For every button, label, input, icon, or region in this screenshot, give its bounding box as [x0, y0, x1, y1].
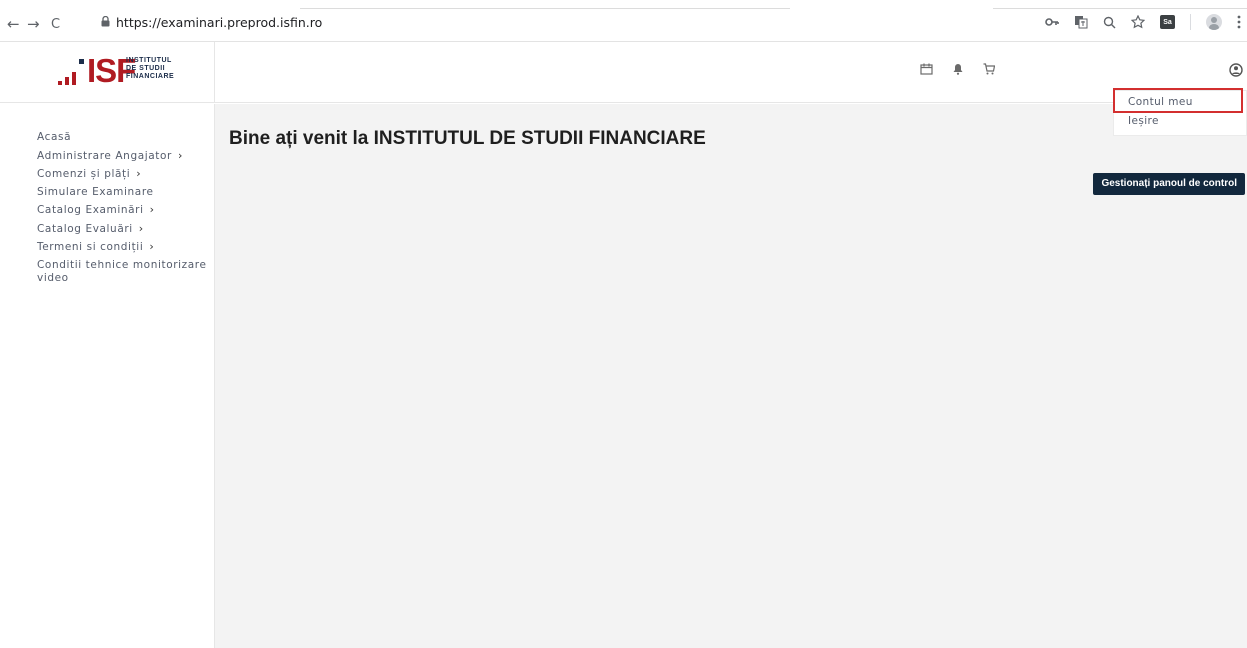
calendar-icon[interactable]: [920, 63, 933, 75]
sidebar-item-label: Termeni si condiții: [37, 241, 144, 253]
sidebar-item-label: Simulare Examinare: [37, 185, 154, 198]
chevron-right-icon: ›: [138, 221, 144, 235]
cart-icon[interactable]: [983, 63, 995, 75]
page-title: Bine ați venit la INSTITUTUL DE STUDII F…: [229, 128, 706, 149]
sidebar-item-label: Catalog Examinări: [37, 204, 144, 216]
sidebar-item-termeni-si-conditii[interactable]: Termeni si condiții ›: [37, 240, 207, 254]
sidebar-item-comenzi-si-plati[interactable]: Comenzi și plăți ›: [37, 167, 207, 181]
header-actions: [920, 63, 995, 75]
chevron-right-icon: ›: [136, 167, 142, 180]
reload-button[interactable]: C: [51, 18, 60, 31]
user-dropdown-menu: Contul meu Ieșire: [1113, 90, 1247, 136]
tab-strip-line: [993, 8, 1247, 9]
profile-avatar-icon[interactable]: [1206, 14, 1222, 30]
address-bar[interactable]: https://examinari.preprod.isfin.ro: [96, 14, 796, 32]
sidebar: Acasă Administrare Angajator › Comenzi și…: [0, 104, 215, 648]
browser-toolbar: ← → C https://examinari.preprod.isfin.ro…: [0, 0, 1247, 42]
menu-item-iesire[interactable]: Ieșire: [1128, 115, 1159, 127]
browser-actions: Sa: [1045, 12, 1241, 32]
logo-bars-icon: [58, 59, 84, 85]
isf-logo[interactable]: ISF INSTITUTUL DE STUDII FINANCIARE: [56, 52, 196, 90]
url-text: https://examinari.preprod.isfin.ro: [116, 15, 323, 30]
sidebar-item-label: Acasă: [37, 131, 72, 143]
lock-icon: [101, 16, 110, 27]
sidebar-item-catalog-examinari[interactable]: Catalog Examinări ›: [37, 203, 207, 217]
sidebar-item-catalog-evaluari[interactable]: Catalog Evaluări ›: [37, 222, 207, 236]
key-icon[interactable]: [1045, 17, 1059, 27]
sidebar-item-administrare-angajator[interactable]: Administrare Angajator ›: [37, 149, 207, 163]
tab-strip-line: [300, 8, 790, 9]
app-header: ISF INSTITUTUL DE STUDII FINANCIARE: [0, 42, 1247, 103]
toolbar-divider: [1190, 14, 1191, 30]
sidebar-item-acasa[interactable]: Acasă: [37, 131, 207, 144]
sidebar-item-label: Comenzi și plăți: [37, 168, 131, 180]
sidebar-item-label: Conditii tehnice monitorizare video: [37, 258, 207, 284]
zoom-icon[interactable]: [1103, 16, 1116, 29]
chevron-right-icon: ›: [149, 203, 155, 216]
sidebar-item-conditii-tehnice[interactable]: Conditii tehnice monitorizare video: [37, 259, 207, 285]
star-icon[interactable]: [1131, 15, 1145, 29]
user-circle-icon[interactable]: [1229, 63, 1243, 77]
bell-icon[interactable]: [953, 63, 963, 75]
extension-icon[interactable]: Sa: [1160, 15, 1175, 29]
logo-line-1: INSTITUTUL: [126, 57, 172, 64]
chevron-right-icon: ›: [177, 148, 183, 162]
forward-button[interactable]: →: [27, 17, 40, 32]
menu-kebab-icon[interactable]: [1237, 15, 1241, 29]
header-divider: [214, 42, 215, 103]
logo-line-2: DE STUDII: [126, 65, 166, 72]
sidebar-item-label: Administrare Angajator: [37, 149, 172, 162]
sidebar-item-label: Catalog Evaluări: [37, 222, 133, 235]
chevron-right-icon: ›: [149, 240, 155, 253]
manage-dashboard-button[interactable]: Gestionați panoul de control: [1093, 173, 1245, 195]
logo-line-3: FINANCIARE: [126, 73, 175, 80]
sidebar-nav: Acasă Administrare Angajator › Comenzi și…: [37, 131, 207, 289]
back-button[interactable]: ←: [7, 17, 20, 32]
translate-icon[interactable]: [1074, 15, 1088, 29]
logo-subtitle: INSTITUTUL DE STUDII FINANCIARE: [126, 57, 174, 81]
menu-item-contul-meu[interactable]: Contul meu: [1128, 96, 1193, 108]
main-content: Bine ați venit la INSTITUTUL DE STUDII F…: [215, 104, 1247, 648]
sidebar-item-simulare-examinare[interactable]: Simulare Examinare: [37, 186, 207, 199]
